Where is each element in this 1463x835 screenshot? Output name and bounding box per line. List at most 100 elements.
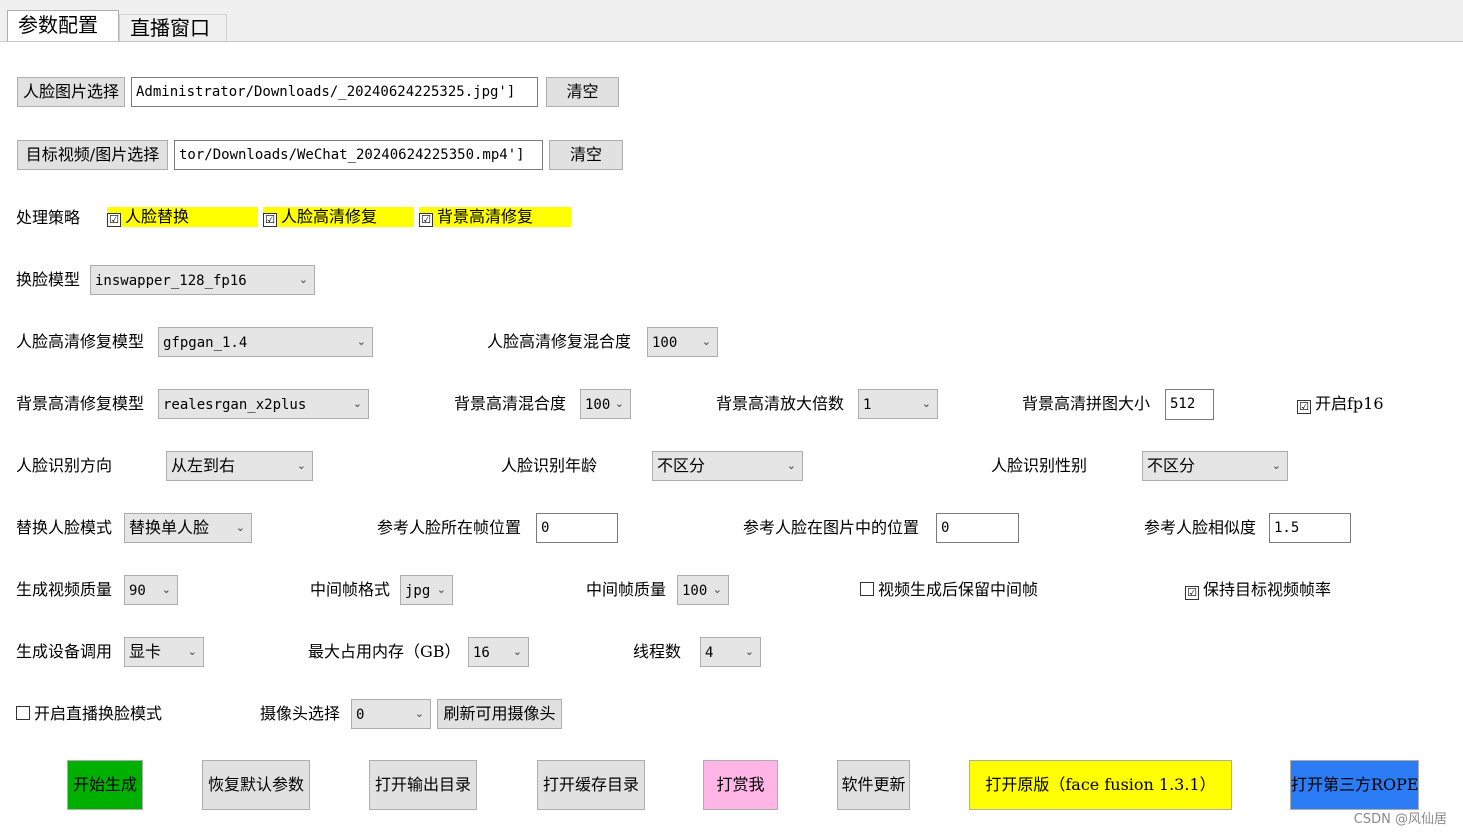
replace-mode-label: 替换人脸模式	[16, 518, 113, 537]
checkbox-label: 背景高清修复	[437, 207, 534, 226]
strategy-face-swap-checkbox[interactable]: ☑ 人脸替换	[107, 207, 258, 227]
select-value: 4	[705, 645, 714, 661]
watermark: CSDN @风仙居	[1353, 812, 1447, 827]
video-quality-label: 生成视频质量	[16, 580, 113, 599]
software-update-button[interactable]: 软件更新	[837, 760, 910, 810]
bg-enhance-model-select[interactable]: realesrgan_x2plus ⌄	[158, 389, 369, 419]
checkbox-label: 开启fp16	[1315, 394, 1384, 413]
tab-params[interactable]: 参数配置	[7, 10, 119, 41]
select-value: 90	[129, 583, 146, 599]
open-output-dir-button[interactable]: 打开输出目录	[369, 760, 477, 810]
face-age-label: 人脸识别年龄	[501, 456, 598, 475]
frame-format-label: 中间帧格式	[310, 580, 391, 599]
chevron-down-icon: ⌄	[614, 397, 624, 410]
checkbox-box	[860, 582, 874, 596]
face-enhance-blend-select[interactable]: 100 ⌄	[647, 327, 718, 357]
target-video-path-field[interactable]: tor/Downloads/WeChat_20240624225350.mp4'…	[174, 140, 543, 170]
select-value: realesrgan_x2plus	[163, 397, 307, 413]
bg-scale-label: 背景高清放大倍数	[716, 394, 845, 413]
keep-fps-checkbox[interactable]: ☑ 保持目标视频帧率	[1185, 580, 1331, 600]
threads-select[interactable]: 4 ⌄	[700, 637, 761, 667]
checkbox-label: 人脸高清修复	[281, 207, 378, 226]
keep-frames-checkbox[interactable]: 视频生成后保留中间帧	[860, 580, 1038, 600]
reset-defaults-button[interactable]: 恢复默认参数	[202, 760, 310, 810]
donate-button[interactable]: 打赏我	[703, 760, 778, 810]
face-age-select[interactable]: 不区分 ⌄	[652, 451, 803, 481]
max-memory-select[interactable]: 16 ⌄	[468, 637, 529, 667]
swap-model-label: 换脸模型	[16, 270, 81, 289]
checkbox-label: 视频生成后保留中间帧	[878, 580, 1039, 599]
bg-tile-field[interactable]: 512	[1165, 389, 1214, 420]
strategy-bg-enhance-checkbox[interactable]: ☑ 背景高清修复	[419, 207, 571, 227]
ref-frame-pos-label: 参考人脸所在帧位置	[377, 518, 522, 537]
select-value: inswapper_128_fp16	[95, 273, 247, 289]
face-direction-select[interactable]: 从左到右 ⌄	[166, 451, 313, 481]
chevron-down-icon: ⌄	[436, 583, 446, 596]
face-enhance-model-select[interactable]: gfpgan_1.4 ⌄	[158, 327, 373, 357]
select-value: 1	[863, 397, 872, 413]
device-select[interactable]: 显卡 ⌄	[124, 637, 204, 667]
camera-label: 摄像头选择	[260, 704, 341, 723]
chevron-down-icon: ⌄	[712, 583, 722, 596]
open-rope-button[interactable]: 打开第三方ROPE	[1290, 760, 1419, 810]
bg-enhance-model-label: 背景高清修复模型	[16, 394, 145, 413]
checkbox-box: ☑	[107, 213, 121, 227]
select-value: 显卡	[129, 642, 162, 661]
replace-mode-select[interactable]: 替换单人脸 ⌄	[124, 513, 252, 543]
face-gender-select[interactable]: 不区分 ⌄	[1142, 451, 1288, 481]
frame-quality-label: 中间帧质量	[586, 580, 667, 599]
face-direction-label: 人脸识别方向	[16, 456, 113, 475]
chevron-down-icon: ⌄	[786, 459, 796, 472]
chevron-down-icon: ⌄	[921, 397, 931, 410]
bg-blend-select[interactable]: 100 ⌄	[580, 389, 631, 419]
face-image-path-field[interactable]: Administrator/Downloads/_20240624225325.…	[131, 77, 538, 107]
bg-tile-label: 背景高清拼图大小	[1022, 394, 1151, 413]
frame-quality-select[interactable]: 100 ⌄	[677, 575, 729, 605]
fp16-checkbox[interactable]: ☑ 开启fp16	[1297, 394, 1384, 414]
live-mode-checkbox[interactable]: 开启直播换脸模式	[16, 704, 162, 724]
ref-img-pos-field[interactable]: 0	[936, 513, 1019, 543]
threads-label: 线程数	[633, 642, 682, 661]
select-value: 不区分	[1147, 456, 1196, 475]
checkbox-box: ☑	[1297, 400, 1311, 414]
select-value: 100	[585, 397, 611, 413]
ref-similarity-field[interactable]: 1.5	[1269, 513, 1351, 543]
tab-bar: 参数配置 直播窗口	[0, 0, 1463, 42]
select-value: jpg	[405, 583, 431, 599]
bg-blend-label: 背景高清混合度	[454, 394, 567, 413]
select-value: 不区分	[657, 456, 706, 475]
swap-model-select[interactable]: inswapper_128_fp16 ⌄	[90, 265, 315, 295]
tab-live[interactable]: 直播窗口	[119, 14, 227, 41]
face-image-clear-button[interactable]: 清空	[546, 77, 619, 107]
select-value: 100	[682, 583, 708, 599]
select-value: 0	[356, 707, 365, 723]
chevron-down-icon: ⌄	[356, 335, 366, 348]
target-video-clear-button[interactable]: 清空	[549, 140, 623, 170]
chevron-down-icon: ⌄	[187, 645, 197, 658]
checkbox-box: ☑	[1185, 586, 1199, 600]
max-memory-label: 最大占用内存（GB）	[308, 642, 461, 661]
ref-frame-pos-field[interactable]: 0	[536, 513, 618, 543]
bg-scale-select[interactable]: 1 ⌄	[858, 389, 938, 419]
face-enhance-model-label: 人脸高清修复模型	[16, 332, 145, 351]
camera-select[interactable]: 0 ⌄	[351, 699, 431, 729]
face-gender-label: 人脸识别性别	[991, 456, 1088, 475]
video-quality-select[interactable]: 90 ⌄	[124, 575, 178, 605]
face-image-select-button[interactable]: 人脸图片选择	[17, 77, 125, 107]
chevron-down-icon: ⌄	[352, 397, 362, 410]
start-generate-button[interactable]: 开始生成	[67, 760, 143, 810]
target-video-select-button[interactable]: 目标视频/图片选择	[17, 140, 168, 170]
strategy-label: 处理策略	[16, 208, 81, 227]
chevron-down-icon: ⌄	[298, 273, 308, 286]
chevron-down-icon: ⌄	[414, 707, 424, 720]
ref-img-pos-label: 参考人脸在图片中的位置	[743, 518, 920, 537]
checkbox-label: 开启直播换脸模式	[34, 704, 163, 723]
frame-format-select[interactable]: jpg ⌄	[400, 575, 453, 605]
checkbox-box	[16, 706, 30, 720]
open-cache-dir-button[interactable]: 打开缓存目录	[537, 760, 645, 810]
refresh-camera-button[interactable]: 刷新可用摄像头	[437, 699, 562, 729]
open-original-button[interactable]: 打开原版（face fusion 1.3.1）	[969, 760, 1232, 810]
checkbox-label: 人脸替换	[125, 207, 190, 226]
strategy-face-enhance-checkbox[interactable]: ☑ 人脸高清修复	[263, 207, 414, 227]
select-value: 从左到右	[171, 456, 236, 475]
